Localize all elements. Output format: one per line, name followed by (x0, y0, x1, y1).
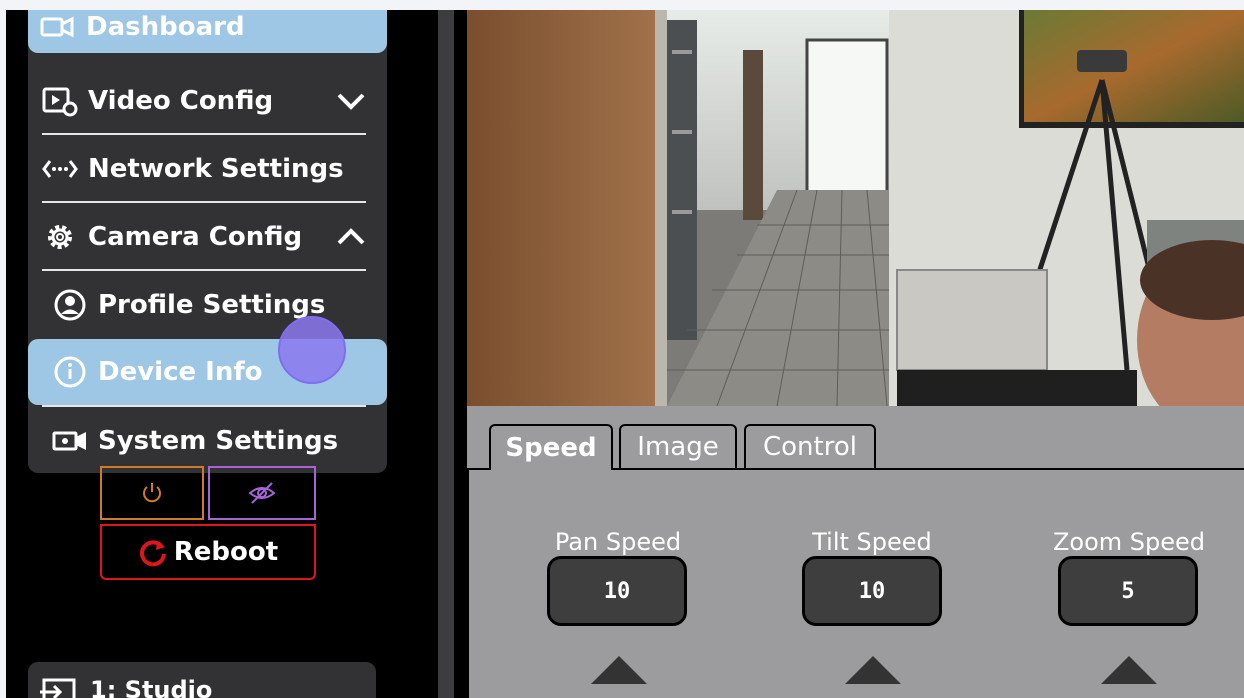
zoom-speed-value[interactable]: 5 (1058, 556, 1198, 626)
sidebar-item-label: Profile Settings (98, 290, 326, 320)
app-window: Dashboard Video Config Network Settings … (6, 10, 1244, 698)
tab-control[interactable]: Control (744, 424, 876, 468)
pane-divider[interactable] (438, 10, 454, 698)
network-icon (42, 153, 78, 185)
cursor-indicator (278, 316, 346, 384)
tilt-speed-value[interactable]: 10 (802, 556, 942, 626)
camera-feed-image (467, 10, 1244, 406)
sidebar-item-label: System Settings (98, 426, 339, 456)
refresh-icon (139, 540, 166, 567)
chevron-down-icon[interactable] (335, 85, 367, 117)
reboot-button[interactable]: Reboot (100, 524, 316, 580)
sidebar-menu: Dashboard Video Config Network Settings … (28, 10, 387, 473)
user-circle-icon (52, 289, 88, 321)
info-icon (52, 356, 88, 388)
camera-feed[interactable] (467, 10, 1244, 406)
zoom-speed-label: Zoom Speed (1052, 528, 1206, 556)
sidebar-item-label: Camera Config (88, 222, 303, 252)
sidebar-item-label: Video Config (88, 86, 274, 116)
source-label: 1: Studio (90, 676, 213, 698)
sidebar-item-label: Device Info (98, 357, 263, 387)
gear-icon (42, 221, 78, 253)
sidebar-item-camera-config[interactable]: Camera Config (28, 205, 387, 269)
tab-label: Control (763, 432, 857, 462)
system-camera-icon (52, 425, 88, 457)
eye-off-icon (248, 482, 276, 504)
menu-divider (42, 269, 366, 271)
pan-speed-value[interactable]: 10 (547, 556, 687, 626)
zoom-speed-up-arrow[interactable] (1101, 656, 1157, 684)
sidebar-item-video-config[interactable]: Video Config (28, 69, 387, 133)
menu-divider (42, 201, 366, 203)
tab-label: Speed (505, 433, 597, 463)
pan-speed-label: Pan Speed (554, 528, 682, 556)
tab-label: Image (637, 432, 719, 462)
sidebar-item-system-settings[interactable]: System Settings (28, 409, 387, 473)
menu-divider (42, 405, 366, 407)
input-source-icon (40, 678, 76, 698)
sidebar-item-network-settings[interactable]: Network Settings (28, 137, 387, 201)
chevron-up-icon[interactable] (335, 221, 367, 253)
control-panel: Speed Image Control Pan Speed 10 Tilt Sp… (467, 406, 1244, 698)
power-button[interactable] (100, 466, 204, 520)
sidebar-item-dashboard[interactable]: Dashboard (28, 10, 387, 53)
tab-image[interactable]: Image (619, 424, 737, 468)
reboot-label: Reboot (173, 537, 279, 567)
menu-divider (42, 133, 366, 135)
video-settings-icon (42, 85, 78, 117)
source-card[interactable]: 1: Studio (28, 662, 376, 698)
privacy-button[interactable] (208, 466, 316, 520)
tab-speed[interactable]: Speed (489, 424, 613, 470)
sidebar-item-label: Network Settings (88, 154, 344, 184)
pan-speed-up-arrow[interactable] (591, 656, 647, 684)
sidebar-item-label: Dashboard (86, 11, 245, 42)
tilt-speed-up-arrow[interactable] (845, 656, 901, 684)
power-icon (143, 483, 161, 503)
tilt-speed-label: Tilt Speed (812, 528, 932, 556)
video-camera-icon (40, 11, 76, 43)
